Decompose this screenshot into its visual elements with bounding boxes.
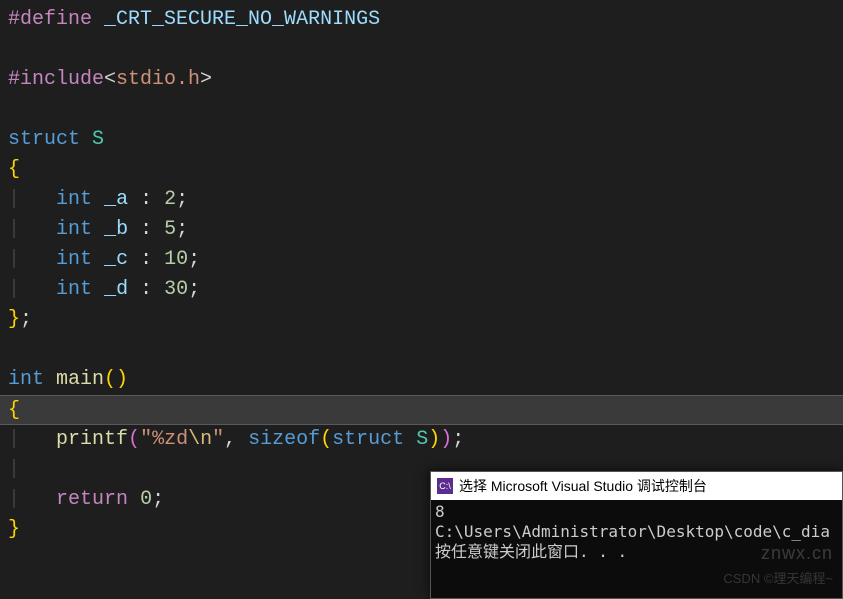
code-line: | int _d : 30; xyxy=(8,275,835,305)
code-line: | int _c : 10; xyxy=(8,245,835,275)
code-line: #include<stdio.h> xyxy=(8,65,835,95)
code-line-blank xyxy=(8,95,835,125)
console-line: 8 xyxy=(435,502,838,522)
field-d: _d xyxy=(104,278,128,301)
brace-open: { xyxy=(8,158,20,181)
field-a: _a xyxy=(104,188,128,211)
struct-keyword: struct xyxy=(8,128,80,151)
code-line: #define _CRT_SECURE_NO_WARNINGS xyxy=(8,5,835,35)
code-line: }; xyxy=(8,305,835,335)
code-line-current: { xyxy=(0,395,843,425)
printf-call: printf xyxy=(56,428,128,451)
code-line-blank xyxy=(8,35,835,65)
include-header: stdio.h xyxy=(116,68,200,91)
code-line: | int _b : 5; xyxy=(8,215,835,245)
main-function: main xyxy=(56,368,104,391)
code-editor[interactable]: #define _CRT_SECURE_NO_WARNINGS #include… xyxy=(0,0,843,550)
code-line: struct S xyxy=(8,125,835,155)
brace-close: } xyxy=(8,308,20,331)
preproc-include: #include xyxy=(8,68,104,91)
brace-close: } xyxy=(8,518,20,541)
code-line-blank xyxy=(8,335,835,365)
watermark-znwx: znwx.cn xyxy=(761,543,833,564)
console-titlebar[interactable]: C:\ 选择 Microsoft Visual Studio 调试控制台 xyxy=(431,472,842,500)
return-keyword: return xyxy=(56,488,128,511)
macro-name: _CRT_SECURE_NO_WARNINGS xyxy=(104,8,380,31)
console-icon: C:\ xyxy=(437,478,453,494)
console-line: C:\Users\Administrator\Desktop\code\c_di… xyxy=(435,522,838,542)
console-title: 选择 Microsoft Visual Studio 调试控制台 xyxy=(459,476,707,496)
preproc-define: #define xyxy=(8,8,92,31)
code-line: | int _a : 2; xyxy=(8,185,835,215)
struct-name: S xyxy=(92,128,104,151)
code-line: | printf("%zd\n", sizeof(struct S)); xyxy=(8,425,835,455)
brace-open: { xyxy=(8,399,20,422)
field-b: _b xyxy=(104,218,128,241)
code-line: { xyxy=(8,155,835,185)
code-line: int main() xyxy=(8,365,835,395)
sizeof-keyword: sizeof xyxy=(248,428,320,451)
watermark-csdn: CSDN ©理天编程~ xyxy=(723,568,833,587)
field-c: _c xyxy=(104,248,128,271)
